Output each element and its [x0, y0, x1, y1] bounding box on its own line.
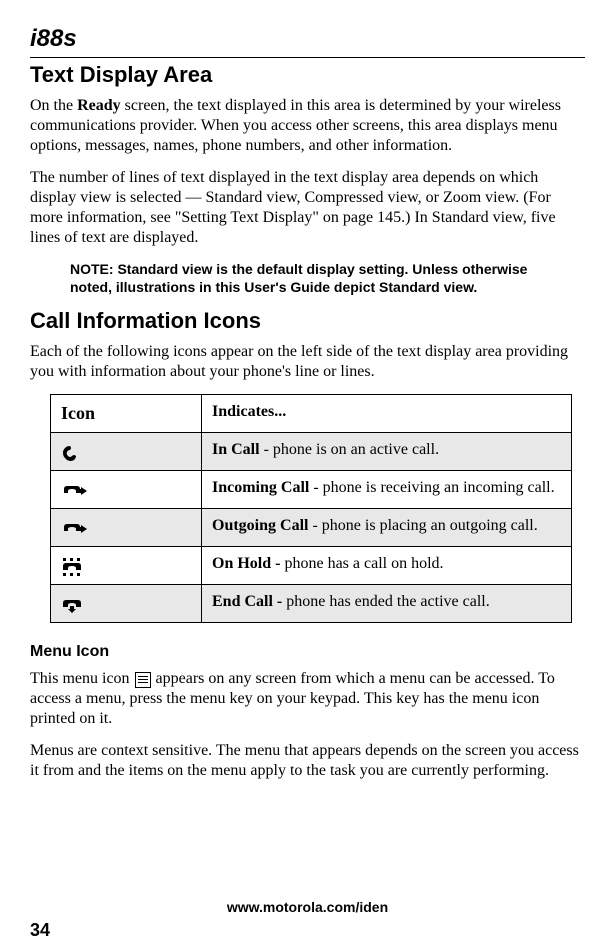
incoming-call-icon: [51, 471, 202, 509]
in-call-icon: [51, 433, 202, 471]
footer-url: www.motorola.com/iden: [0, 899, 615, 915]
on-hold-icon: [51, 547, 202, 585]
table-row: End Call - phone has ended the active ca…: [51, 585, 572, 623]
header-indicates: Indicates...: [202, 395, 572, 433]
outgoing-call-desc: Outgoing Call - phone is placing an outg…: [202, 509, 572, 547]
incoming-call-desc: Incoming Call - phone is receiving an in…: [202, 471, 572, 509]
table-row: In Call - phone is on an active call.: [51, 433, 572, 471]
end-call-icon: [51, 585, 202, 623]
menu-list-icon: [135, 672, 151, 688]
table-header-row: Icon Indicates...: [51, 395, 572, 433]
paragraph-context-menus: Menus are context sensitive. The menu th…: [30, 741, 585, 781]
product-logo: i88s: [30, 25, 77, 53]
logo-text: i88s: [30, 25, 77, 52]
icon-table: Icon Indicates... In Call - phone is on …: [50, 394, 572, 623]
paragraph-line-count: The number of lines of text displayed in…: [30, 168, 585, 248]
end-call-desc: End Call - phone has ended the active ca…: [202, 585, 572, 623]
heading-call-info-icons: Call Information Icons: [30, 308, 585, 334]
table-row: On Hold - phone has a call on hold.: [51, 547, 572, 585]
note-standard-view: NOTE: Standard view is the default displ…: [70, 260, 565, 296]
outgoing-call-icon: [51, 509, 202, 547]
table-row: Outgoing Call - phone is placing an outg…: [51, 509, 572, 547]
page-number: 34: [30, 920, 50, 941]
heading-menu-icon: Menu Icon: [30, 643, 585, 661]
heading-text-display-area: Text Display Area: [30, 62, 585, 88]
note-text: Standard view is the default display set…: [70, 261, 527, 295]
paragraph-ready-screen: On the Ready screen, the text displayed …: [30, 96, 585, 156]
paragraph-call-info-intro: Each of the following icons appear on th…: [30, 342, 585, 382]
note-label: NOTE:: [70, 261, 114, 277]
on-hold-desc: On Hold - phone has a call on hold.: [202, 547, 572, 585]
table-row: Incoming Call - phone is receiving an in…: [51, 471, 572, 509]
in-call-desc: In Call - phone is on an active call.: [202, 433, 572, 471]
header-icon: Icon: [51, 395, 202, 433]
divider: [30, 57, 585, 58]
paragraph-menu-icon: This menu icon appears on any screen fro…: [30, 669, 585, 729]
